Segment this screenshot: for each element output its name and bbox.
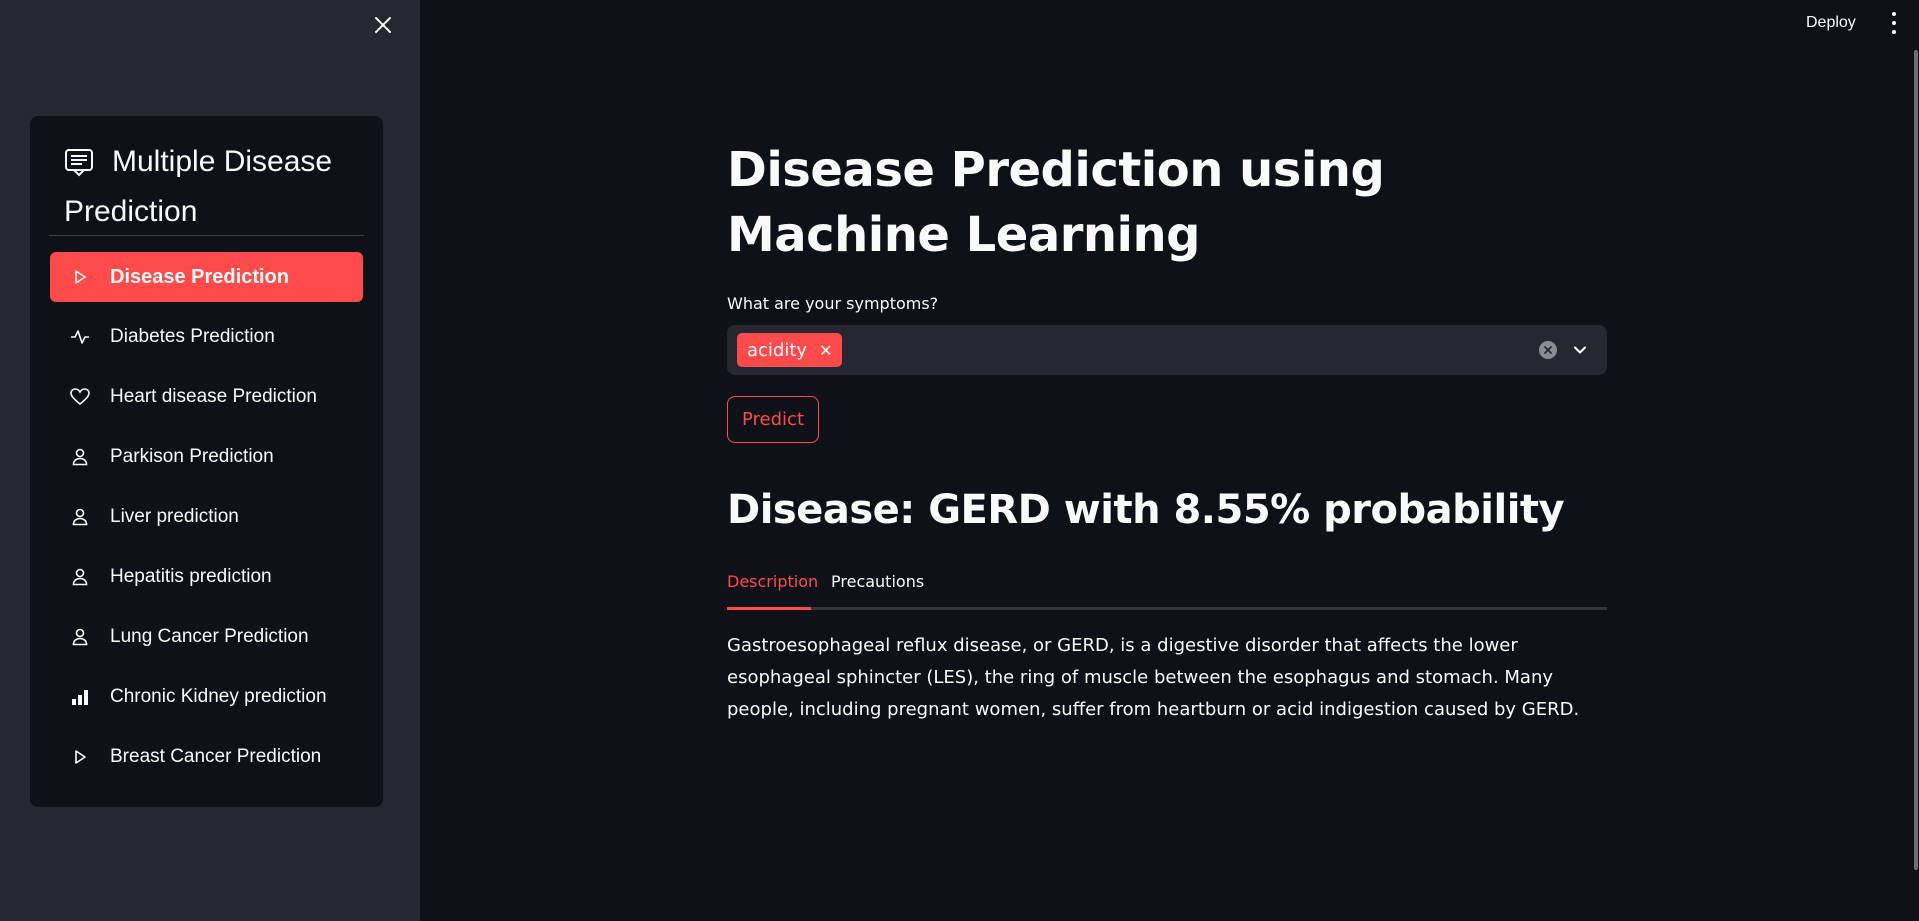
nav-item-breast-cancer-prediction[interactable]: Breast Cancer Prediction <box>50 732 363 782</box>
kebab-dot <box>1892 21 1896 25</box>
nav-item-label: Hepatitis prediction <box>110 566 272 587</box>
symptoms-label: What are your symptoms? <box>727 294 939 313</box>
person-icon <box>70 507 90 527</box>
symptom-tag-label: acidity <box>747 339 808 361</box>
activity-icon <box>70 327 90 347</box>
close-sidebar-button[interactable] <box>370 12 396 38</box>
nav-item-diabetes-prediction[interactable]: Diabetes Prediction <box>50 312 363 362</box>
option-menu: Multiple Disease Prediction Disease Pred… <box>30 116 383 807</box>
predict-button[interactable]: Predict <box>727 396 819 443</box>
nav-item-label: Breast Cancer Prediction <box>110 746 322 767</box>
remove-tag-icon[interactable]: ✕ <box>819 341 832 360</box>
symptom-tag: acidity ✕ <box>737 333 843 367</box>
close-icon <box>375 17 391 33</box>
clear-all-icon[interactable] <box>1539 341 1557 359</box>
nav-item-heart-disease-prediction[interactable]: Heart disease Prediction <box>50 372 363 422</box>
nav-item-label: Disease Prediction <box>110 265 289 288</box>
chevron-down-icon[interactable] <box>1571 341 1589 359</box>
kebab-dot <box>1892 30 1896 34</box>
nav-item-chronic-kidney-prediction[interactable]: Chronic Kidney prediction <box>50 672 363 722</box>
nav-item-lung-cancer-prediction[interactable]: Lung Cancer Prediction <box>50 612 363 662</box>
sidebar: Multiple Disease Prediction Disease Pred… <box>0 0 420 921</box>
disease-description: Gastroesophageal reflux disease, or GERD… <box>727 635 1580 720</box>
nav-item-label: Liver prediction <box>110 506 239 527</box>
deploy-button[interactable]: Deploy <box>1794 10 1868 36</box>
person-icon <box>70 447 90 467</box>
page-title: Disease Prediction using Machine Learnin… <box>727 142 1385 263</box>
bar-chart-icon <box>70 687 90 707</box>
nav-item-label: Diabetes Prediction <box>110 326 275 347</box>
person-icon <box>70 627 90 647</box>
menu-title: Multiple Disease Prediction <box>64 140 364 234</box>
nav-item-label: Lung Cancer Prediction <box>110 626 309 647</box>
menu-title-text: Multiple Disease Prediction <box>64 145 333 228</box>
kebab-dot <box>1892 12 1896 16</box>
menu-list-icon <box>64 146 94 190</box>
result-tabs: Description Precautions <box>727 566 1607 610</box>
nav-item-liver-prediction[interactable]: Liver prediction <box>50 492 363 542</box>
tab-description[interactable]: Description <box>727 566 818 610</box>
main-menu-button[interactable] <box>1884 12 1904 34</box>
play-icon <box>70 747 90 767</box>
tab-precautions[interactable]: Precautions <box>831 566 924 610</box>
nav-item-label: Heart disease Prediction <box>110 386 317 407</box>
play-icon <box>70 267 90 287</box>
person-icon <box>70 567 90 587</box>
symptoms-multiselect[interactable]: acidity ✕ <box>727 325 1607 375</box>
menu-divider <box>49 235 364 236</box>
result-heading: Disease: GERD with 8.55% probability <box>727 487 1565 533</box>
nav-item-parkison-prediction[interactable]: Parkison Prediction <box>50 432 363 482</box>
nav-item-hepatitis-prediction[interactable]: Hepatitis prediction <box>50 552 363 602</box>
nav-item-label: Chronic Kidney prediction <box>110 686 327 707</box>
heart-icon <box>70 387 90 407</box>
scrollbar[interactable] <box>1914 50 1918 870</box>
nav-item-disease-prediction[interactable]: Disease Prediction <box>50 252 363 302</box>
nav-item-label: Parkison Prediction <box>110 446 274 467</box>
